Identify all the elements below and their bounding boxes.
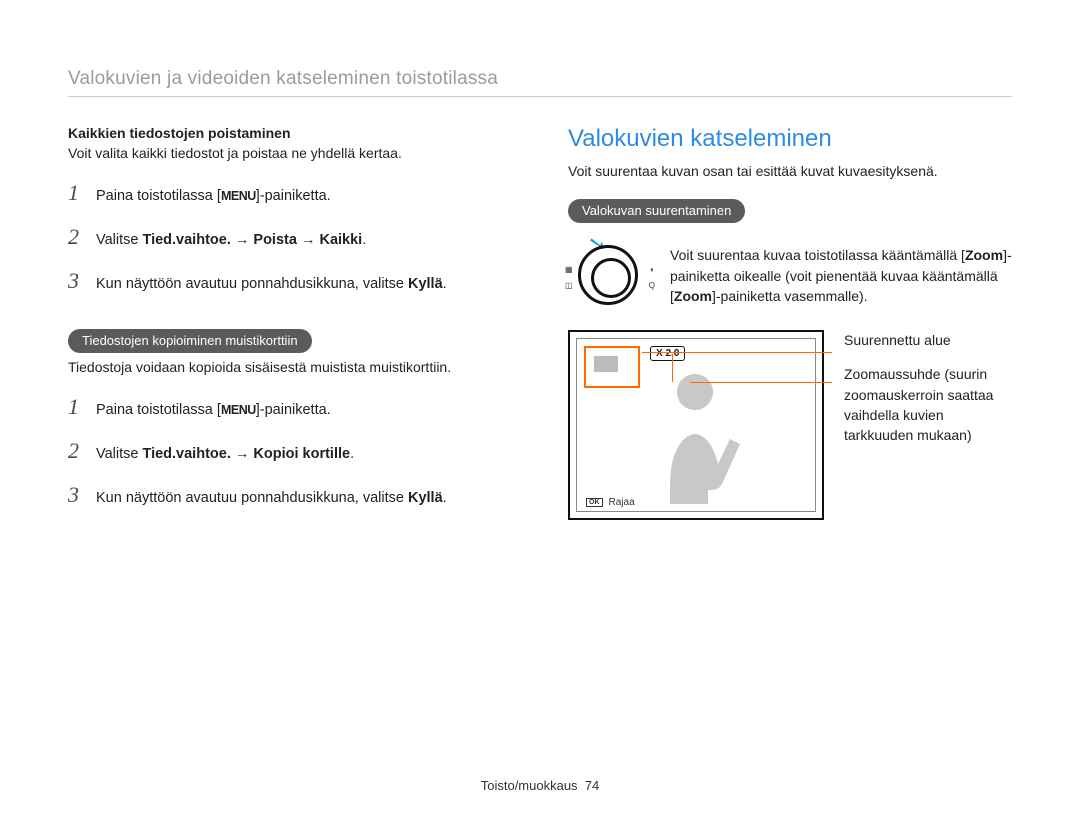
step-text: Paina toistotilassa [ [96,402,221,418]
footer-section: Toisto/muokkaus [481,778,578,793]
footer-page-number: 74 [585,778,599,793]
dial-text: ]-painiketta vasemmalle). [712,288,868,304]
dial-row: ➘ ▦ ◫ ◐ Q Voit suurentaa kuvaa toistotil… [568,245,1012,306]
zoom-heading: Valokuvan suurentaminen [568,199,745,223]
zoom-out-icon: ▦ [565,265,573,274]
callouts: Suurennettu alue Zoomaussuhde (suurin zo… [844,330,1012,520]
step-text: Valitse [96,232,142,248]
step-text: ]-painiketta. [256,402,331,418]
step-text: Kun näyttöön avautuu ponnahdusikkuna, va… [96,490,408,506]
step-number: 3 [68,479,86,511]
ok-crop-bar: OK Rajaa [586,497,635,508]
dial-text: Voit suurentaa kuvaa toistotilassa käänt… [670,245,1012,306]
leader-line [642,352,832,353]
step-item: 2 Valitse Tied.vaihtoe. → Kopioi kortill… [68,435,512,467]
zoom-area-thumb [584,346,640,388]
delete-all-title: Kaikkien tiedostojen poistaminen [68,125,512,141]
step-text-bold: Tied.vaihtoe. → Kopioi kortille [142,446,350,462]
zoom-label: Zoom [674,288,712,304]
zoom-out-icon: ◫ [565,281,573,290]
step-number: 2 [68,221,86,253]
menu-glyph: MENU [221,189,256,203]
step-text: . [443,490,447,506]
zoom-in-icon: ◐ [650,265,655,274]
page-header: Valokuvien ja videoiden katseleminen toi… [68,68,1012,97]
copy-to-card-heading: Tiedostojen kopioiminen muistikorttiin [68,329,312,353]
copy-desc: Tiedostoja voidaan kopioida sisäisestä m… [68,357,512,377]
step-item: 3 Kun näyttöön avautuu ponnahdusikkuna, … [68,265,512,297]
step-text: Valitse [96,446,142,462]
step-text: Paina toistotilassa [ [96,188,221,204]
delete-all-steps: 1 Paina toistotilassa [MENU]-painiketta.… [68,177,512,297]
zoom-dial-icon: ➘ ▦ ◫ ◐ Q [568,245,652,305]
step-text: . [443,276,447,292]
left-column: Kaikkien tiedostojen poistaminen Voit va… [68,125,512,533]
step-number: 2 [68,435,86,467]
lcd-preview: X 2.0 OK Rajaa [568,330,824,520]
callout-zoom-ratio: Zoomaussuhde (suurin zoomauskerroin saat… [844,364,1012,445]
step-text: Kun näyttöön avautuu ponnahdusikkuna, va… [96,276,408,292]
right-column: Valokuvien katseleminen Voit suurentaa k… [568,125,1012,533]
section-intro: Voit suurentaa kuvan osan tai esittää ku… [568,161,1012,181]
section-title: Valokuvien katseleminen [568,125,1012,153]
leader-line [672,354,673,382]
delete-all-desc: Voit valita kaikki tiedostot ja poistaa … [68,143,512,163]
step-number: 3 [68,265,86,297]
step-text: . [350,446,354,462]
step-item: 1 Paina toistotilassa [MENU]-painiketta. [68,391,512,423]
step-text-bold: Tied.vaihtoe. → Poista → Kaikki [142,232,362,248]
person-silhouette-icon [640,374,750,504]
step-text: ]-painiketta. [256,188,331,204]
step-item: 1 Paina toistotilassa [MENU]-painiketta. [68,177,512,209]
step-item: 3 Kun näyttöön avautuu ponnahdusikkuna, … [68,479,512,511]
crop-label: Rajaa [609,497,635,508]
step-text: . [362,232,366,248]
dial-text: Voit suurentaa kuvaa toistotilassa käänt… [670,247,965,263]
step-number: 1 [68,177,86,209]
callout-zoom-area: Suurennettu alue [844,330,1012,350]
step-number: 1 [68,391,86,423]
copy-steps: 1 Paina toistotilassa [MENU]-painiketta.… [68,391,512,511]
zoom-figure: X 2.0 OK Rajaa Suurennettu alue Zooma [568,330,1012,520]
leader-line [690,382,832,383]
zoom-label: Zoom [965,247,1003,263]
step-item: 2 Valitse Tied.vaihtoe. → Poista → Kaikk… [68,221,512,253]
ok-icon: OK [586,498,603,507]
step-text-bold: Kyllä [408,490,443,506]
zoom-in-icon: Q [649,281,655,290]
menu-glyph: MENU [221,403,256,417]
step-text-bold: Kyllä [408,276,443,292]
page-footer: Toisto/muokkaus 74 [0,778,1080,793]
zoom-ratio-badge: X 2.0 [650,346,685,361]
